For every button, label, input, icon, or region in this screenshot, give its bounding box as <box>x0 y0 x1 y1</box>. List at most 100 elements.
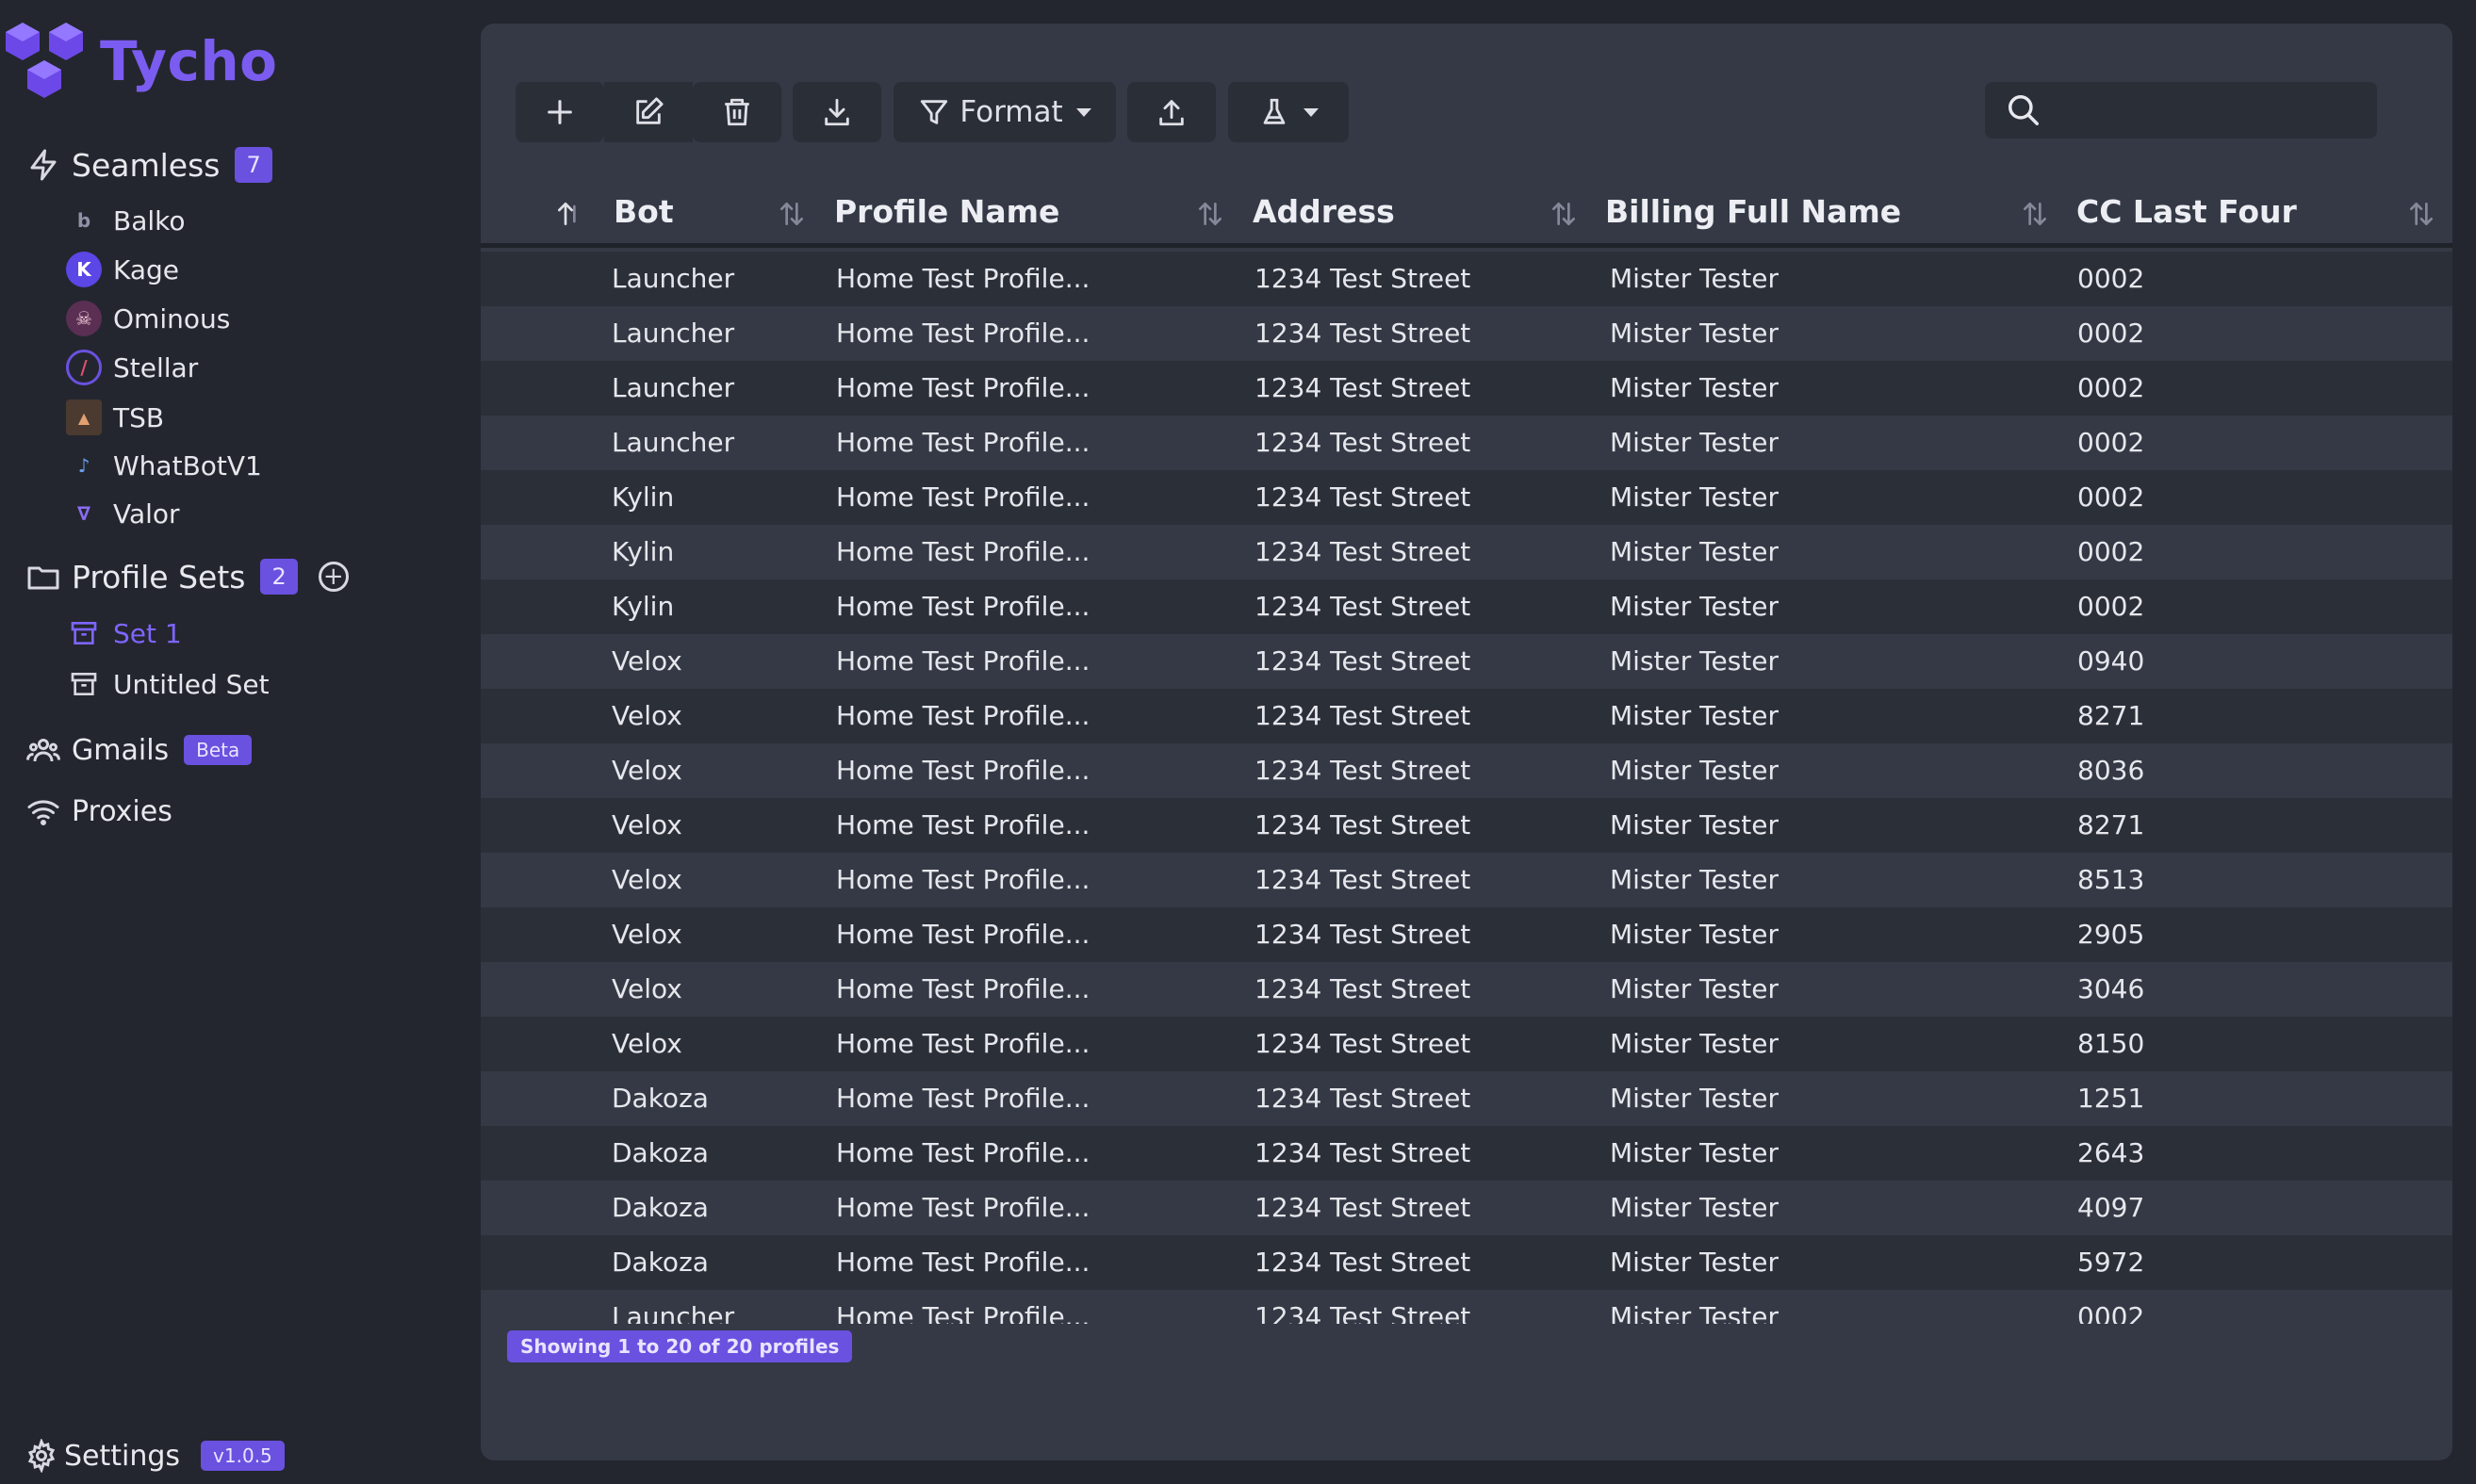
table-cell: Mister Tester <box>1610 809 1779 840</box>
table-cell: 1234 Test Street <box>1254 263 1471 294</box>
sidebar-item-balko[interactable]: b Balko <box>66 202 186 239</box>
table-cell: 0002 <box>2077 372 2145 403</box>
upload-button[interactable] <box>1127 82 1216 142</box>
tsb-icon: ▲ <box>66 400 102 435</box>
sort-icon[interactable] <box>777 199 807 229</box>
nav-seamless[interactable]: Seamless 7 <box>25 146 272 184</box>
table-row[interactable]: Velox Home Test Profile... 1234 Test Stree… <box>481 962 2452 1017</box>
lightning-icon <box>25 146 62 184</box>
table-cell: Home Test Profile... <box>836 645 1090 677</box>
add-set-button[interactable]: + <box>318 562 349 592</box>
table-cell: Home Test Profile... <box>836 263 1090 294</box>
table-cell: Dakoza <box>612 1192 709 1223</box>
table-cell: 1234 Test Street <box>1254 1028 1471 1059</box>
sort-icon[interactable] <box>2020 199 2050 229</box>
table-row[interactable]: Velox Home Test Profile... 1234 Test Stree… <box>481 634 2452 689</box>
nav-proxies-label: Proxies <box>72 794 172 828</box>
sidebar-item-untitled-set[interactable]: Untitled Set <box>66 665 270 703</box>
column-header-address[interactable]: Address <box>1253 193 1395 230</box>
sidebar-item-whatbot[interactable]: ♪ WhatBotV1 <box>66 447 262 484</box>
table-cell: Velox <box>612 809 682 840</box>
sidebar-item-label: Valor <box>113 497 180 530</box>
users-icon <box>25 731 62 769</box>
sidebar-item-tsb[interactable]: ▲ TSB <box>66 399 164 436</box>
table-cell: Dakoza <box>612 1083 709 1114</box>
table-row[interactable]: Launcher Home Test Profile... 1234 Test St… <box>481 361 2452 416</box>
sidebar-item-kage[interactable]: K Kage <box>66 251 179 288</box>
add-profile-button[interactable] <box>516 82 604 142</box>
table-cell: 1234 Test Street <box>1254 809 1471 840</box>
table-row[interactable]: Velox Home Test Profile... 1234 Test Stree… <box>481 798 2452 853</box>
nav-gmails[interactable]: Gmails Beta <box>25 731 253 769</box>
table-row[interactable]: Kylin Home Test Profile... 1234 Test Stree… <box>481 470 2452 525</box>
pagination-status: Showing 1 to 20 of 20 profiles <box>507 1330 853 1362</box>
table-row[interactable]: Velox Home Test Profile... 1234 Test Stree… <box>481 853 2452 907</box>
nav-proxies[interactable]: Proxies <box>25 792 172 830</box>
table-row[interactable]: Kylin Home Test Profile... 1234 Test Stree… <box>481 525 2452 579</box>
table-cell: Velox <box>612 755 682 786</box>
format-label: Format <box>959 95 1063 129</box>
gear-icon <box>27 1439 56 1473</box>
ominous-icon: ☠ <box>66 301 102 336</box>
table-cell: Launcher <box>612 372 735 403</box>
table-row[interactable]: Dakoza Home Test Profile... 1234 Test Stre… <box>481 1181 2452 1235</box>
table-row[interactable]: Kylin Home Test Profile... 1234 Test Stree… <box>481 579 2452 634</box>
table-cell: 5972 <box>2077 1247 2145 1278</box>
table-cell: 1234 Test Street <box>1254 1137 1471 1168</box>
flask-icon <box>1263 98 1286 124</box>
table-row[interactable]: Dakoza Home Test Profile... 1234 Test Stre… <box>481 1126 2452 1181</box>
nav-profile-sets[interactable]: Profile Sets 2 + <box>25 558 349 595</box>
table-cell: Home Test Profile... <box>836 864 1090 895</box>
table-cell: 0002 <box>2077 318 2145 349</box>
table-cell: Mister Tester <box>1610 919 1779 950</box>
edit-profile-button[interactable] <box>604 82 693 142</box>
table-row[interactable]: Launcher Home Test Profile... 1234 Test St… <box>481 252 2452 306</box>
table-cell: 0002 <box>2077 591 2145 622</box>
table-row[interactable]: Launcher Home Test Profile... 1234 Test St… <box>481 306 2452 361</box>
sort-icon[interactable] <box>2406 199 2436 229</box>
table-cell: Kylin <box>612 481 675 513</box>
table-cell: Home Test Profile... <box>836 1247 1090 1278</box>
table-row[interactable]: Velox Home Test Profile... 1234 Test Stree… <box>481 1017 2452 1071</box>
balko-icon: b <box>76 209 91 232</box>
search-input[interactable] <box>2053 95 2354 125</box>
format-dropdown[interactable]: Format <box>894 82 1116 142</box>
search-box[interactable] <box>1985 82 2377 139</box>
table-header: Bot Profile Name Address Billing Full Na… <box>481 186 2452 248</box>
table-row[interactable]: Launcher Home Test Profile... 1234 Test St… <box>481 1290 2452 1324</box>
column-header-profile-name[interactable]: Profile Name <box>834 193 1059 230</box>
delete-profile-button[interactable] <box>693 82 781 142</box>
table-row[interactable]: Dakoza Home Test Profile... 1234 Test Stre… <box>481 1235 2452 1290</box>
download-button[interactable] <box>793 82 881 142</box>
table-cell: Home Test Profile... <box>836 919 1090 950</box>
test-dropdown[interactable] <box>1228 82 1349 142</box>
table-cell: Home Test Profile... <box>836 427 1090 458</box>
column-header-bot[interactable]: Bot <box>614 193 674 230</box>
sort-icon[interactable] <box>1549 199 1579 229</box>
table-row[interactable]: Velox Home Test Profile... 1234 Test Stree… <box>481 907 2452 962</box>
sort-icon[interactable] <box>1195 199 1225 229</box>
sidebar-item-ominous[interactable]: ☠ Ominous <box>66 300 230 337</box>
valor-icon: ∇ <box>77 502 90 525</box>
sidebar-item-set-1[interactable]: Set 1 <box>66 614 182 652</box>
archive-box-icon <box>66 615 102 651</box>
app-logo[interactable]: Tycho <box>4 23 278 100</box>
table-row[interactable]: Velox Home Test Profile... 1234 Test Stree… <box>481 689 2452 743</box>
table-row[interactable]: Velox Home Test Profile... 1234 Test Stree… <box>481 743 2452 798</box>
column-header-cc-last-four[interactable]: CC Last Four <box>2076 193 2297 230</box>
table-row[interactable]: Dakoza Home Test Profile... 1234 Test Stre… <box>481 1071 2452 1126</box>
sort-icon[interactable] <box>554 199 584 229</box>
table-cell: 3046 <box>2077 973 2145 1004</box>
table-row[interactable]: Launcher Home Test Profile... 1234 Test St… <box>481 416 2452 470</box>
sidebar-item-stellar[interactable]: / Stellar <box>66 349 198 386</box>
nav-settings[interactable]: Settings v1.0.5 <box>25 1439 285 1473</box>
app-title: Tycho <box>100 29 278 93</box>
table-cell: Launcher <box>612 318 735 349</box>
table-cell: Launcher <box>612 427 735 458</box>
table-cell: Mister Tester <box>1610 973 1779 1004</box>
table-cell: Mister Tester <box>1610 1028 1779 1059</box>
sidebar-item-valor[interactable]: ∇ Valor <box>66 495 180 532</box>
table-cell: Mister Tester <box>1610 864 1779 895</box>
table-cell: 1251 <box>2077 1083 2145 1114</box>
column-header-billing-full-name[interactable]: Billing Full Name <box>1605 193 1901 230</box>
